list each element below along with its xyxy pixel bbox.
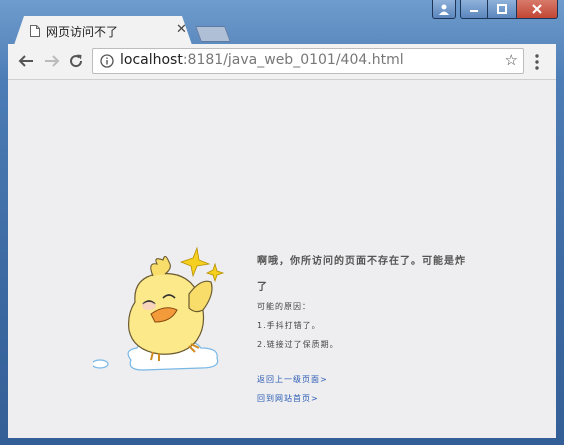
url-path: :8181/java_web_0101/404.html: [182, 52, 404, 68]
chick-illustration: [93, 246, 225, 371]
tab-active[interactable]: 网页访问不了 ✕: [14, 16, 192, 45]
menu-dots-icon[interactable]: [534, 53, 540, 71]
url-text: localhost:8181/java_web_0101/404.html: [120, 52, 404, 68]
minimize-icon[interactable]: [460, 0, 488, 19]
reason-item: 2.链接过了保质期。: [257, 340, 339, 349]
reasons-label: 可能的原因：: [257, 302, 311, 311]
window-controls: [432, 0, 558, 20]
new-tab-button[interactable]: [195, 26, 231, 42]
page-content: 啊哦，你所访问的页面不存在了。可能是炸了 可能的原因： 1.手抖打错了。 2.链…: [8, 80, 556, 438]
forward-arrow-icon[interactable]: [42, 51, 62, 71]
back-link[interactable]: 返回上一级页面>: [257, 374, 328, 385]
page-icon: [30, 25, 40, 37]
toolbar: localhost:8181/java_web_0101/404.html ☆: [8, 44, 556, 80]
close-window-icon[interactable]: [516, 0, 558, 19]
home-link[interactable]: 回到网站首页>: [257, 393, 319, 404]
info-icon[interactable]: [100, 54, 114, 68]
url-host: localhost: [120, 52, 183, 68]
tab-title: 网页访问不了: [46, 25, 119, 39]
maximize-icon[interactable]: [488, 0, 516, 19]
reload-icon[interactable]: [66, 51, 86, 71]
user-icon[interactable]: [432, 0, 456, 19]
error-message-title: 啊哦，你所访问的页面不存在了。可能是炸了: [257, 256, 466, 293]
address-bar[interactable]: localhost:8181/java_web_0101/404.html ☆: [92, 48, 524, 74]
back-arrow-icon[interactable]: [16, 51, 36, 71]
reason-item: 1.手抖打错了。: [257, 321, 321, 330]
star-icon[interactable]: ☆: [505, 51, 518, 69]
